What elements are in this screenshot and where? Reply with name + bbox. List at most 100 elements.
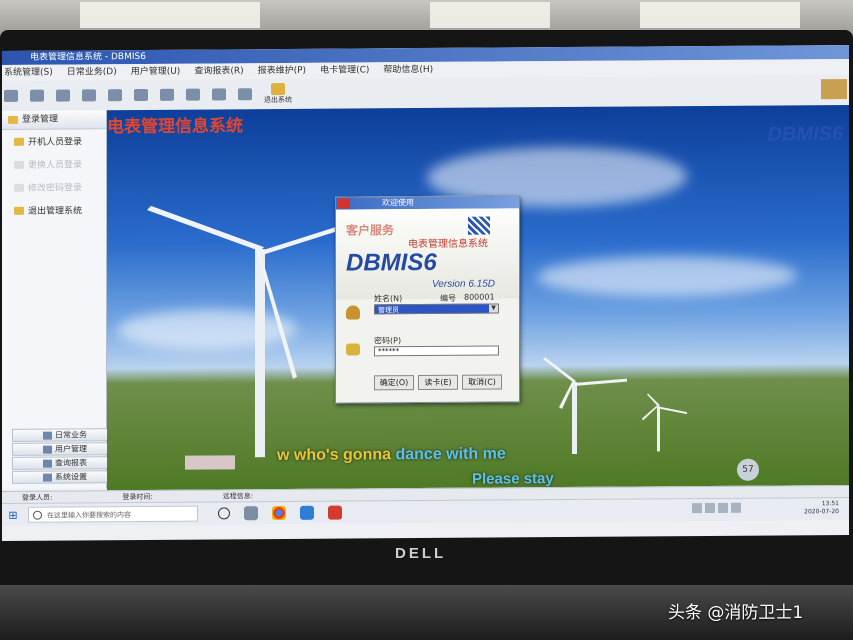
cortana-icon[interactable] [218, 507, 230, 520]
sidebar-item-label: 退出管理系统 [28, 206, 83, 217]
windows-start-icon[interactable]: ⊞ [2, 504, 24, 526]
dialog-title: 欢迎使用 [382, 198, 414, 208]
turbine-blade [260, 226, 339, 256]
password-field[interactable]: ****** [374, 345, 499, 357]
taskbar: ⊞ 在这里输入你要搜索的内容 57 13:51 2020-07-20 [2, 458, 849, 526]
folder-icon [14, 206, 24, 215]
task-view-icon[interactable] [244, 506, 258, 521]
name-label: 姓名(N) [374, 294, 403, 304]
exit-button[interactable]: 退出系统 [264, 82, 292, 105]
turbine-blade [642, 405, 658, 421]
menu-daily[interactable]: 日常业务(D) [67, 64, 117, 80]
toolbar-button[interactable] [56, 89, 70, 102]
system-tray [692, 502, 741, 514]
tray-icon[interactable] [692, 503, 702, 514]
sidebar-tab-settings[interactable]: 系统设置 [12, 470, 122, 484]
toolbar-button[interactable] [238, 88, 252, 101]
dialog-subtitle-2: 电表管理信息系统 [408, 238, 488, 251]
user-select[interactable]: 管理员 ▼ [374, 303, 499, 315]
toolbar-button[interactable] [134, 88, 148, 102]
dbmis-logo-icon [468, 216, 490, 235]
sidebar-tab-users[interactable]: 用户管理 [12, 442, 122, 456]
tray-icon[interactable] [705, 502, 715, 514]
status-time: 登录时间: [122, 492, 153, 502]
turbine-blade [574, 378, 627, 386]
menu-users[interactable]: 用户管理(U) [131, 64, 181, 80]
status-info: 远程信息: [222, 492, 254, 501]
clock[interactable]: 13:51 2020-07-20 [804, 500, 839, 516]
toolbar-button[interactable] [82, 89, 96, 102]
folder-icon [8, 115, 18, 124]
menu-reports[interactable]: 查询报表(R) [194, 63, 243, 79]
folder-icon [14, 183, 24, 192]
toolbar-button[interactable] [108, 89, 122, 102]
turbine-blade [147, 205, 264, 252]
sidebar-item-login[interactable]: 开机人员登录 [2, 129, 106, 153]
sidebar-item-label: 更换人员登录 [28, 160, 83, 171]
tab-label: 用户管理 [55, 444, 87, 454]
toolbar-button[interactable] [30, 89, 44, 102]
speed-badge: 57 [737, 458, 759, 481]
sidebar-item-label: 修改密码登录 [28, 183, 83, 194]
clock-date: 2020-07-20 [804, 508, 839, 516]
user-select-value: 管理员 [378, 306, 399, 315]
turbine-tower [572, 381, 577, 454]
users-icon [43, 445, 52, 454]
dell-logo: DELL [395, 545, 447, 562]
lyrics-part-a: w who's gonna [277, 446, 396, 465]
menu-report-maint[interactable]: 报表维护(P) [258, 63, 306, 79]
document-icon [4, 89, 18, 102]
folder-icon [14, 160, 24, 169]
tab-label: 日常业务 [55, 430, 87, 440]
read-card-button[interactable]: 读卡(E) [418, 374, 458, 391]
chevron-down-icon[interactable]: ▼ [489, 304, 498, 313]
toolbar-button[interactable] [212, 88, 226, 101]
screen: 电表管理信息系统 - DBMIS6 系统管理(S) 日常业务(D) 用户管理(U… [2, 45, 849, 541]
cancel-button[interactable]: 取消(C) [462, 374, 502, 390]
window-light [430, 2, 550, 28]
tab-label: 系统设置 [55, 472, 87, 482]
menu-system[interactable]: 系统管理(S) [4, 65, 53, 81]
exit-label: 退出系统 [264, 95, 292, 105]
login-dialog: 欢迎使用 客户服务 电表管理信息系统 DBMIS6 Version 6.15D … [335, 195, 520, 404]
turbine-blade [543, 357, 576, 383]
sidebar-item-exit[interactable]: 退出管理系统 [2, 198, 106, 222]
settings-icon [212, 88, 226, 101]
ok-button[interactable]: 确定(O) [374, 375, 414, 391]
sidebar-tab-daily[interactable]: 日常业务 [12, 428, 122, 442]
user-icon [108, 89, 122, 102]
turbine-blade [647, 393, 660, 407]
volume-icon[interactable] [718, 502, 728, 513]
user-icon [134, 88, 148, 102]
clock-time: 13:51 [821, 500, 839, 508]
toolbar-button[interactable] [160, 88, 174, 101]
turbine-tower [657, 406, 660, 452]
copy-icon [82, 89, 96, 102]
chrome-icon[interactable] [272, 505, 286, 521]
sidebar-tab-reports[interactable]: 查询报表 [12, 456, 122, 470]
sidebar-item-switch-user: 更换人员登录 [2, 152, 106, 176]
toolbar-button[interactable] [4, 89, 18, 102]
status-user: 登录人员: [22, 493, 53, 502]
lyrics-line-2: Please stay [472, 470, 554, 488]
dialog-banner: 客户服务 电表管理信息系统 DBMIS6 Version 6.15D [336, 208, 519, 300]
menu-card[interactable]: 电卡管理(C) [320, 62, 369, 78]
sidebar-header[interactable]: 登录管理 [2, 110, 106, 130]
wallpaper-brand: DBMIS6 [767, 123, 843, 146]
daily-icon [43, 431, 52, 440]
user-icon [346, 305, 360, 320]
taskbar-search[interactable]: 在这里输入你要搜索的内容 [28, 505, 198, 523]
key-icon [346, 343, 360, 356]
product-name: DBMIS6 [346, 248, 437, 277]
app-icon[interactable] [328, 505, 342, 520]
network-icon[interactable] [731, 502, 741, 513]
document-icon [30, 89, 44, 102]
version-label: Version 6.15D [432, 278, 495, 290]
toolbar-button[interactable] [186, 88, 200, 101]
card-icon [238, 88, 252, 101]
settings-icon [43, 473, 52, 482]
menu-help[interactable]: 帮助信息(H) [383, 62, 433, 78]
print-icon [186, 88, 200, 101]
turbine-tower [255, 249, 265, 458]
edge-icon[interactable] [300, 505, 314, 520]
